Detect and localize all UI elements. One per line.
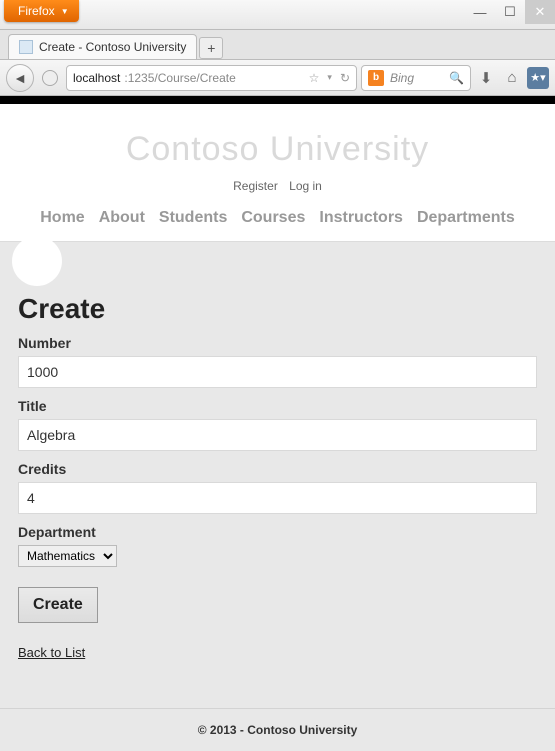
bing-icon: b [368,70,384,86]
back-to-list-link[interactable]: Back to List [18,645,85,660]
nav-curve [12,236,62,286]
page-heading: Create [18,293,537,325]
address-bar[interactable]: localhost :1235/Course/Create ☆ ▾ ↻ [66,65,357,91]
minimize-button[interactable]: — [465,0,495,24]
nav-about[interactable]: About [99,209,145,227]
bookmark-star-icon[interactable]: ☆ [309,71,320,85]
tab-title: Create - Contoso University [39,40,186,54]
home-button[interactable]: ⌂ [501,67,523,89]
nav-instructors[interactable]: Instructors [319,209,403,227]
close-button[interactable]: ✕ [525,0,555,24]
auth-links: Register Log in [10,179,545,193]
url-path: :1235/Course/Create [124,71,235,85]
label-number: Number [18,335,537,351]
register-link[interactable]: Register [233,179,278,193]
nav-home[interactable]: Home [40,209,84,227]
nav-departments[interactable]: Departments [417,209,515,227]
firefox-label: Firefox [18,4,55,18]
search-bar[interactable]: b Bing 🔍 [361,65,471,91]
main-nav: Home About Students Courses Instructors … [10,209,545,227]
bookmarks-menu-button[interactable]: ★▾ [527,67,549,89]
firefox-menu-button[interactable]: Firefox ▼ [4,0,79,22]
downloads-button[interactable]: ⬇ [475,67,497,89]
back-button[interactable]: ◄ [6,64,34,92]
input-title[interactable] [18,419,537,451]
url-host: localhost [73,71,120,85]
browser-toolbar: ◄ localhost :1235/Course/Create ☆ ▾ ↻ b B… [0,60,555,96]
reload-icon[interactable]: ↻ [340,71,350,85]
label-title: Title [18,398,537,414]
nav-shelf [0,241,555,275]
nav-courses[interactable]: Courses [241,209,305,227]
page-body: Contoso University Register Log in Home … [0,96,555,751]
hero: Contoso University Register Log in Home … [0,104,555,241]
window-controls: — ☐ ✕ [465,0,555,24]
tab-strip: Create - Contoso University + [0,30,555,60]
select-department[interactable]: Mathematics [18,545,117,567]
site-identity-icon[interactable] [42,70,58,86]
site-title: Contoso University [10,130,545,169]
login-link[interactable]: Log in [289,179,322,193]
nav-students[interactable]: Students [159,209,227,227]
maximize-button[interactable]: ☐ [495,0,525,24]
content: Create Number Title Credits Department M… [0,275,555,680]
page-favicon [19,40,33,54]
urlbox-right: ☆ ▾ ↻ [309,71,350,85]
input-credits[interactable] [18,482,537,514]
create-button[interactable]: Create [18,587,98,623]
label-department: Department [18,524,537,540]
new-tab-button[interactable]: + [199,37,223,59]
window-titlebar: Firefox ▼ — ☐ ✕ [0,0,555,30]
top-accent-bar [0,96,555,104]
dropdown-icon: ▼ [61,7,69,16]
input-number[interactable] [18,356,537,388]
search-placeholder: Bing [390,71,414,85]
label-credits: Credits [18,461,537,477]
dropdown-arrow-icon[interactable]: ▾ [327,72,332,83]
search-go-icon[interactable]: 🔍 [449,71,464,85]
browser-tab[interactable]: Create - Contoso University [8,34,197,59]
